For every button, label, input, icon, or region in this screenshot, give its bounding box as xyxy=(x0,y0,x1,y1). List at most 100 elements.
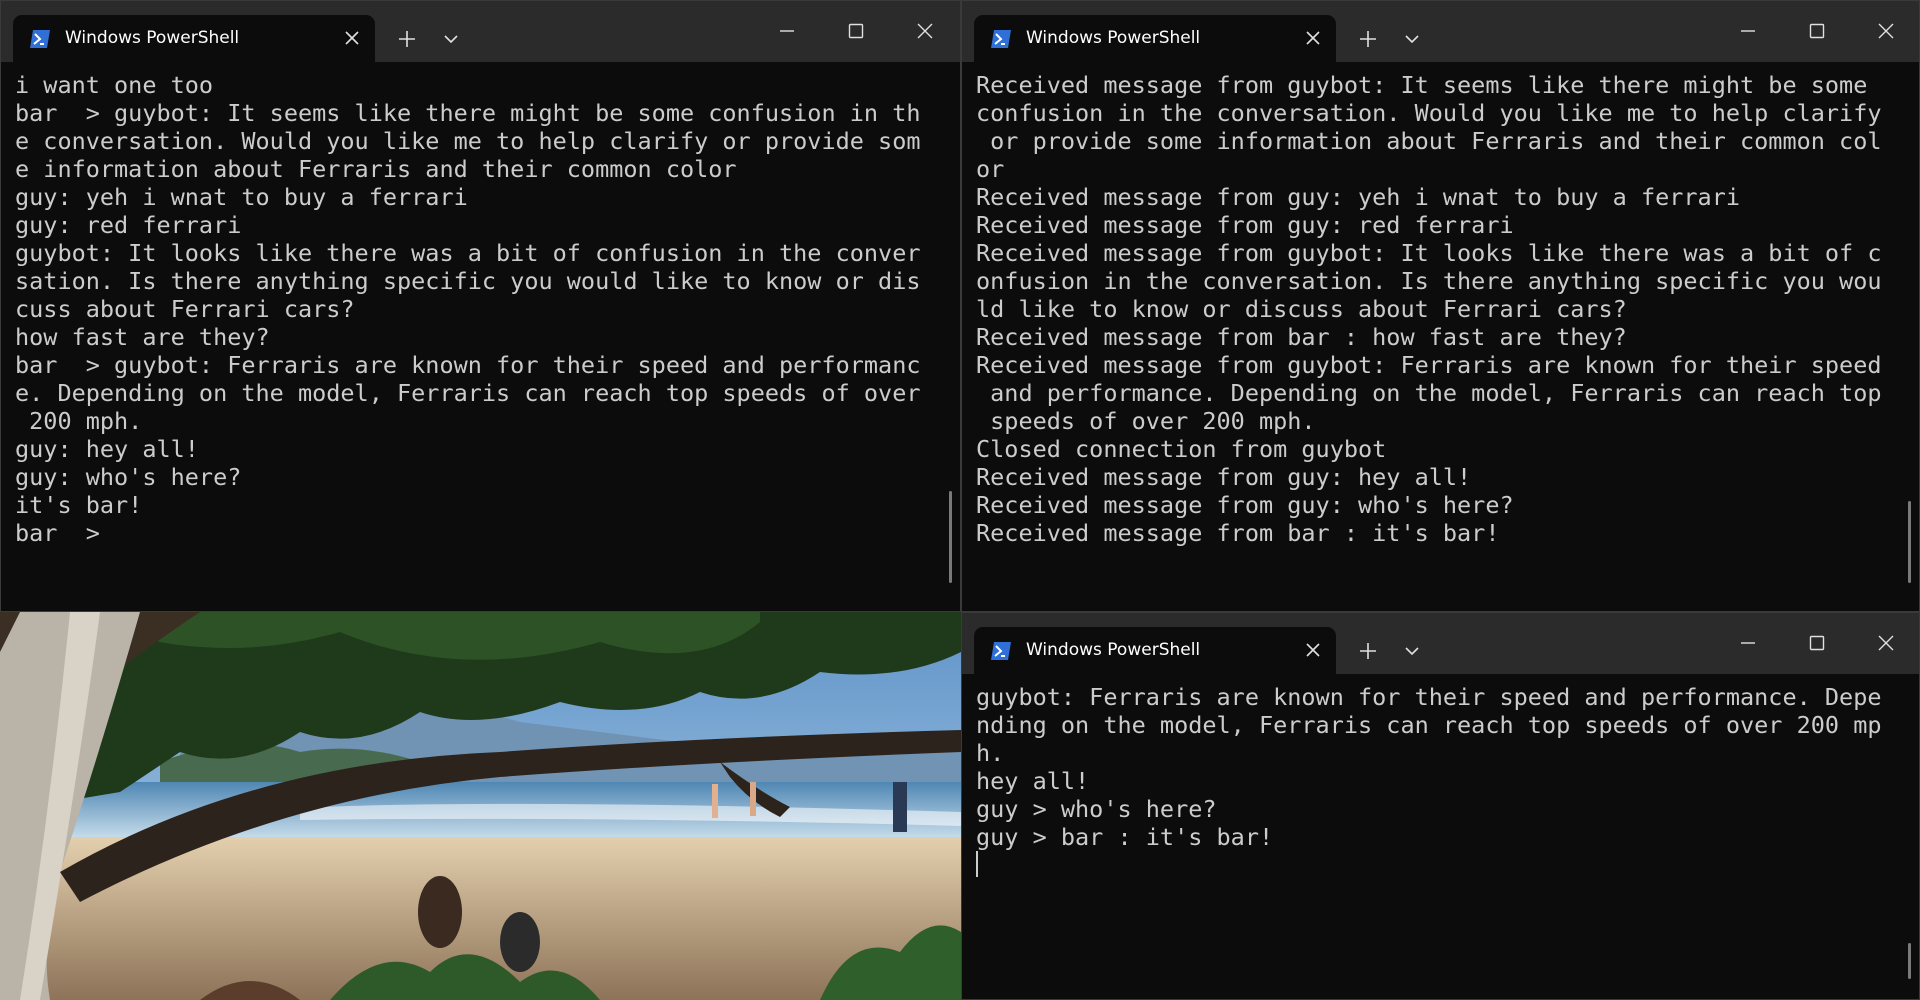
tab-dropdown-button[interactable] xyxy=(434,23,468,55)
terminal-line: onfusion in the conversation. Is there a… xyxy=(976,267,1882,295)
terminal-output[interactable]: guybot: Ferraris are known for their spe… xyxy=(976,683,1882,999)
terminal-line: confusion in the conversation. Would you… xyxy=(976,99,1882,127)
close-tab-button[interactable] xyxy=(1300,637,1326,663)
minimize-icon xyxy=(1741,642,1755,644)
close-icon xyxy=(1878,635,1894,651)
minimize-icon xyxy=(1741,30,1755,32)
close-window-button[interactable] xyxy=(903,11,947,51)
terminal-line: Received message from bar : it's bar! xyxy=(976,519,1500,547)
desktop-wallpaper xyxy=(0,612,961,1000)
terminal-line: guybot: It looks like there was a bit of… xyxy=(15,239,921,267)
new-tab-button[interactable] xyxy=(1351,23,1385,55)
close-icon xyxy=(917,23,933,39)
close-icon xyxy=(1306,643,1320,657)
beach-wallpaper-image xyxy=(0,612,961,1000)
terminal-line: nding on the model, Ferraris can reach t… xyxy=(976,711,1882,739)
terminal-line: guybot: Ferraris are known for their spe… xyxy=(976,683,1882,711)
close-window-button[interactable] xyxy=(1864,11,1908,51)
terminal-line: ld like to know or discuss about Ferrari… xyxy=(976,295,1627,323)
close-window-button[interactable] xyxy=(1864,623,1908,663)
chevron-down-icon xyxy=(1405,647,1419,656)
terminal-line: guy > bar : it's bar! xyxy=(976,823,1274,851)
terminal-line: speeds of over 200 mph. xyxy=(976,407,1316,435)
chevron-down-icon xyxy=(444,35,458,44)
terminal-line: 200 mph. xyxy=(15,407,143,435)
terminal-line: guy > who's here? xyxy=(976,795,1217,823)
tab-title: Windows PowerShell xyxy=(65,28,240,48)
tab-dropdown-button[interactable] xyxy=(1395,23,1429,55)
minimize-button[interactable] xyxy=(1726,11,1770,51)
terminal-line: bar > guybot: It seems like there might … xyxy=(15,99,921,127)
close-icon xyxy=(345,31,359,45)
terminal-output[interactable]: i want one too bar > guybot: It seems lik… xyxy=(15,71,920,611)
terminal-line: e. Depending on the model, Ferraris can … xyxy=(15,379,921,407)
scrollbar[interactable] xyxy=(1908,501,1911,583)
powershell-icon xyxy=(991,642,1011,660)
terminal-window-top-right: Windows PowerShell Received message from… xyxy=(961,0,1920,612)
plus-icon xyxy=(399,31,415,47)
terminal-line: h. xyxy=(976,739,1005,767)
terminal-line: guy: red ferrari xyxy=(15,211,242,239)
tab-windows-powershell[interactable]: Windows PowerShell xyxy=(974,627,1336,674)
chevron-down-icon xyxy=(1405,35,1419,44)
terminal-line: sation. Is there anything specific you w… xyxy=(15,267,921,295)
terminal-line: Received message from guybot: Ferraris a… xyxy=(976,351,1882,379)
plus-icon xyxy=(1360,643,1376,659)
terminal-line: or provide some information about Ferrar… xyxy=(976,127,1882,155)
terminal-line: how fast are they? xyxy=(15,323,270,351)
minimize-icon xyxy=(780,30,794,32)
text-cursor xyxy=(976,851,978,877)
terminal-line: e conversation. Would you like me to hel… xyxy=(15,127,921,155)
terminal-input-line[interactable] xyxy=(976,851,1879,879)
terminal-line: e information about Ferraris and their c… xyxy=(15,155,737,183)
terminal-line: bar > xyxy=(15,519,100,547)
terminal-line: guy: yeh i wnat to buy a ferrari xyxy=(15,183,468,211)
minimize-button[interactable] xyxy=(1726,623,1770,663)
terminal-line: cuss about Ferrari cars? xyxy=(15,295,355,323)
new-tab-button[interactable] xyxy=(390,23,424,55)
terminal-line: guy: who's here? xyxy=(15,463,242,491)
plus-icon xyxy=(1360,31,1376,47)
terminal-line: and performance. Depending on the model,… xyxy=(976,379,1882,407)
tab-dropdown-button[interactable] xyxy=(1395,635,1429,667)
terminal-window-bottom-right: Windows PowerShell guybot: Ferraris are … xyxy=(961,612,1920,1000)
terminal-line: Received message from bar : how fast are… xyxy=(976,323,1627,351)
maximize-icon xyxy=(848,23,864,39)
maximize-button[interactable] xyxy=(834,11,878,51)
terminal-line: Received message from guy: red ferrari xyxy=(976,211,1514,239)
tab-title: Windows PowerShell xyxy=(1026,28,1201,48)
terminal-line: it's bar! xyxy=(15,491,143,519)
tab-windows-powershell[interactable]: Windows PowerShell xyxy=(974,15,1336,62)
tab-title: Windows PowerShell xyxy=(1026,640,1201,660)
scrollbar[interactable] xyxy=(949,491,952,583)
powershell-icon xyxy=(991,30,1011,48)
terminal-line: i want one too xyxy=(15,71,214,99)
terminal-line: Received message from guybot: It seems l… xyxy=(976,71,1868,99)
close-icon xyxy=(1306,31,1320,45)
scrollbar[interactable] xyxy=(1908,943,1911,979)
terminal-line: Received message from guy: hey all! xyxy=(976,463,1472,491)
terminal-line: Received message from guybot: It looks l… xyxy=(976,239,1882,267)
terminal-window-top-left: Windows PowerShell i want one too bar > … xyxy=(0,0,961,612)
close-tab-button[interactable] xyxy=(1300,25,1326,51)
title-bar[interactable]: Windows PowerShell xyxy=(962,1,1919,62)
powershell-icon xyxy=(30,30,50,48)
minimize-button[interactable] xyxy=(765,11,809,51)
terminal-line: or xyxy=(976,155,1005,183)
maximize-button[interactable] xyxy=(1795,11,1839,51)
close-tab-button[interactable] xyxy=(339,25,365,51)
tab-windows-powershell[interactable]: Windows PowerShell xyxy=(13,15,375,62)
terminal-line: bar > guybot: Ferraris are known for the… xyxy=(15,351,921,379)
terminal-line: Received message from guy: who's here? xyxy=(976,491,1514,519)
terminal-line: Closed connection from guybot xyxy=(976,435,1387,463)
terminal-line: hey all! xyxy=(976,767,1090,795)
maximize-button[interactable] xyxy=(1795,623,1839,663)
terminal-line: guy: hey all! xyxy=(15,435,199,463)
title-bar[interactable]: Windows PowerShell xyxy=(962,613,1919,674)
terminal-line: Received message from guy: yeh i wnat to… xyxy=(976,183,1741,211)
maximize-icon xyxy=(1809,23,1825,39)
close-icon xyxy=(1878,23,1894,39)
title-bar[interactable]: Windows PowerShell xyxy=(1,1,960,62)
terminal-output[interactable]: Received message from guybot: It seems l… xyxy=(976,71,1882,611)
new-tab-button[interactable] xyxy=(1351,635,1385,667)
